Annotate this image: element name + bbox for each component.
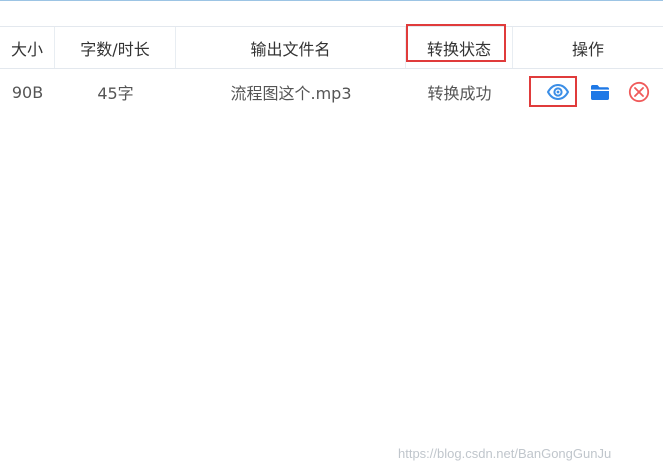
- cell-output-filename: 流程图这个.mp3: [230, 84, 352, 103]
- cell-count-duration: 45字: [97, 84, 134, 103]
- table-header: 大小 字数/时长 输出文件名 转换状态 操作: [0, 24, 663, 69]
- table-row[interactable]: 90B 45字 流程图这个.mp3 转换成功: [0, 69, 663, 115]
- column-header-output-filename[interactable]: 输出文件名: [176, 27, 406, 68]
- watermark-text: https://blog.csdn.net/BanGongGunJu: [398, 446, 612, 461]
- folder-icon: [591, 84, 609, 100]
- eye-icon: [547, 84, 569, 100]
- top-divider: [0, 0, 663, 1]
- close-circle-icon: [628, 81, 650, 103]
- column-header-size[interactable]: 大小: [0, 27, 55, 68]
- cell-size: 90B: [11, 82, 44, 102]
- column-header-actions[interactable]: 操作: [513, 27, 663, 68]
- column-header-status[interactable]: 转换状态: [406, 27, 513, 68]
- open-folder-button[interactable]: [588, 80, 612, 104]
- row-actions: [529, 69, 663, 115]
- page: 大小 字数/时长 输出文件名 转换状态 操作 90B 45字 流程图这个.mp3…: [0, 0, 663, 473]
- view-button[interactable]: [546, 80, 570, 104]
- delete-button[interactable]: [627, 80, 651, 104]
- cell-status: 转换成功: [427, 84, 492, 103]
- column-header-count-duration[interactable]: 字数/时长: [55, 27, 176, 68]
- file-table: 大小 字数/时长 输出文件名 转换状态 操作 90B 45字 流程图这个.mp3…: [0, 24, 663, 115]
